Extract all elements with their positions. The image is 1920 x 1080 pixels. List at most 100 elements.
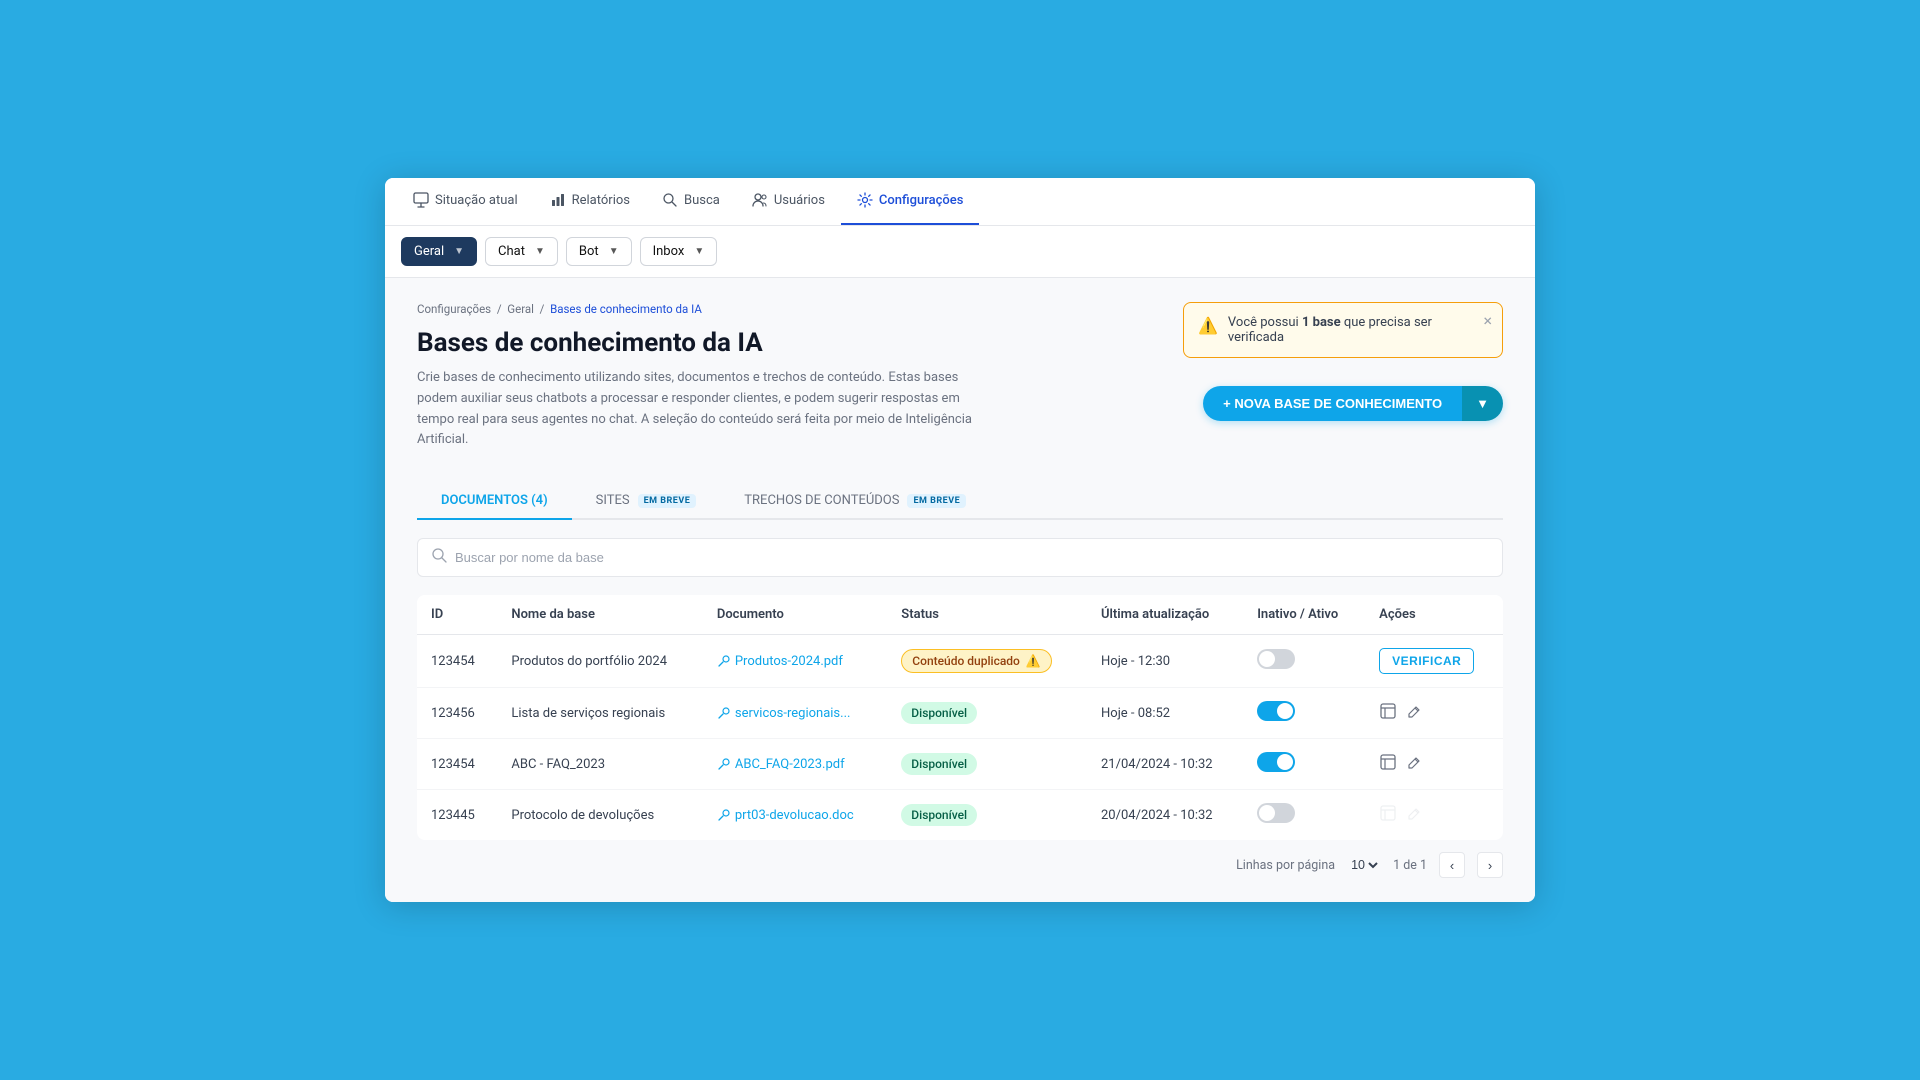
table-icon[interactable]: [1379, 753, 1397, 775]
col-header-id: ID: [417, 595, 497, 635]
cell-doc: prt03-devolucao.doc: [703, 790, 887, 841]
cell-actions: VERIFICAR: [1365, 635, 1503, 688]
cell-updated: Hoje - 12:30: [1087, 635, 1243, 688]
cell-actions: [1365, 739, 1503, 790]
next-page-button[interactable]: ›: [1477, 852, 1503, 878]
status-badge: Disponível: [901, 753, 977, 775]
nav-label-configuracoes: Configurações: [879, 193, 964, 208]
cell-updated: Hoje - 08:52: [1087, 688, 1243, 739]
nav-label-relatorios: Relatórios: [572, 193, 630, 208]
toolbar: Geral ▼ Chat ▼ Bot ▼ Inbox ▼: [385, 226, 1535, 278]
col-header-status: Status: [887, 595, 1087, 635]
cell-status: Conteúdo duplicado ⚠️: [887, 635, 1087, 688]
edit-icon: [1407, 806, 1422, 825]
tabs: DOCUMENTOS (4) SITES EM BREVE TRECHOS DE…: [417, 483, 1503, 520]
pagination-row: Linhas por página 10 25 50 1 de 1 ‹ ›: [417, 852, 1503, 878]
cell-toggle: [1243, 635, 1365, 688]
col-header-toggle: Inativo / Ativo: [1243, 595, 1365, 635]
cell-id: 123445: [417, 790, 497, 841]
bot-dropdown[interactable]: Bot ▼: [566, 237, 632, 266]
bar-chart-icon: [550, 192, 566, 208]
sites-em-breve-badge: EM BREVE: [638, 494, 697, 508]
chevron-down-icon: ▼: [1476, 396, 1489, 411]
tab-trechos[interactable]: TRECHOS DE CONTEÚDOS EM BREVE: [720, 483, 990, 520]
nav-item-configuracoes[interactable]: Configurações: [841, 178, 980, 225]
verify-button[interactable]: VERIFICAR: [1379, 648, 1474, 674]
breadcrumb-geral[interactable]: Geral: [507, 302, 534, 316]
chat-label: Chat: [498, 244, 525, 259]
doc-link[interactable]: ABC_FAQ-2023.pdf: [717, 757, 873, 772]
lines-per-page-label: Linhas por página: [1236, 858, 1335, 873]
cell-doc: Produtos-2024.pdf: [703, 635, 887, 688]
nav-item-situacao-atual[interactable]: Situação atual: [397, 178, 534, 225]
col-header-updated: Última atualização: [1087, 595, 1243, 635]
cell-id: 123456: [417, 688, 497, 739]
nav-item-relatorios[interactable]: Relatórios: [534, 178, 646, 225]
cell-status: Disponível: [887, 739, 1087, 790]
nav-label-situacao-atual: Situação atual: [435, 193, 518, 208]
new-base-main-button[interactable]: + NOVA BASE DE CONHECIMENTO: [1203, 386, 1462, 421]
trechos-em-breve-badge: EM BREVE: [907, 494, 966, 508]
tab-sites[interactable]: SITES EM BREVE: [572, 483, 721, 520]
cell-actions: [1365, 790, 1503, 841]
cell-toggle: [1243, 739, 1365, 790]
status-badge: Disponível: [901, 804, 977, 826]
tab-trechos-label: TRECHOS DE CONTEÚDOS: [744, 493, 899, 508]
header-right: ⚠️ Você possui 1 base que precisa ser ve…: [1183, 302, 1503, 421]
cell-id: 123454: [417, 739, 497, 790]
edit-icon[interactable]: [1407, 704, 1422, 723]
search-icon: [662, 192, 678, 208]
status-badge: Conteúdo duplicado ⚠️: [901, 649, 1051, 673]
cell-doc: ABC_FAQ-2023.pdf: [703, 739, 887, 790]
breadcrumb-current: Bases de conhecimento da IA: [550, 302, 702, 316]
toggle-switch[interactable]: [1257, 649, 1295, 669]
toggle-switch[interactable]: [1257, 803, 1295, 823]
edit-icon[interactable]: [1407, 755, 1422, 774]
cell-name: Protocolo de devoluções: [497, 790, 702, 841]
prev-page-button[interactable]: ‹: [1439, 852, 1465, 878]
inbox-dropdown[interactable]: Inbox ▼: [640, 237, 718, 266]
inbox-chevron-down-icon: ▼: [694, 246, 704, 257]
col-header-name: Nome da base: [497, 595, 702, 635]
alert-banner: ⚠️ Você possui 1 base que precisa ser ve…: [1183, 302, 1503, 358]
nav-item-usuarios[interactable]: Usuários: [736, 178, 841, 225]
chat-chevron-down-icon: ▼: [535, 246, 545, 257]
geral-dropdown[interactable]: Geral ▼: [401, 237, 477, 266]
chat-dropdown[interactable]: Chat ▼: [485, 237, 558, 266]
users-icon: [752, 192, 768, 208]
toggle-switch[interactable]: [1257, 752, 1295, 772]
cell-actions: [1365, 688, 1503, 739]
search-bar-icon: [432, 548, 447, 567]
per-page-dropdown[interactable]: 10 25 50: [1347, 857, 1381, 873]
warning-icon: ⚠️: [1198, 316, 1218, 335]
search-input[interactable]: [455, 550, 1488, 565]
toggle-switch[interactable]: [1257, 701, 1295, 721]
current-page-label: 1 de 1: [1393, 858, 1427, 873]
new-base-dropdown-button[interactable]: ▼: [1462, 386, 1503, 421]
doc-link[interactable]: Produtos-2024.pdf: [717, 654, 873, 669]
cell-name: Lista de serviços regionais: [497, 688, 702, 739]
new-base-button-group: + NOVA BASE DE CONHECIMENTO ▼: [1203, 386, 1503, 421]
monitor-icon: [413, 192, 429, 208]
col-header-actions: Ações: [1365, 595, 1503, 635]
page-title: Bases de conhecimento da IA: [417, 328, 1183, 358]
alert-bold: 1 base: [1302, 315, 1341, 330]
table-icon: [1379, 804, 1397, 826]
close-alert-button[interactable]: ×: [1483, 311, 1492, 330]
breadcrumb-configuracoes[interactable]: Configurações: [417, 302, 491, 316]
gear-icon: [857, 192, 873, 208]
table-icon[interactable]: [1379, 702, 1397, 724]
cell-updated: 21/04/2024 - 10:32: [1087, 739, 1243, 790]
breadcrumb: Configurações / Geral / Bases de conheci…: [417, 302, 1183, 316]
doc-link[interactable]: prt03-devolucao.doc: [717, 808, 873, 823]
col-header-doc: Documento: [703, 595, 887, 635]
main-content: Configurações / Geral / Bases de conheci…: [385, 278, 1535, 902]
doc-link[interactable]: servicos-regionais...: [717, 706, 873, 721]
nav-item-busca[interactable]: Busca: [646, 178, 736, 225]
cell-name: ABC - FAQ_2023: [497, 739, 702, 790]
bot-chevron-down-icon: ▼: [609, 246, 619, 257]
header-row: Configurações / Geral / Bases de conheci…: [417, 302, 1503, 475]
per-page-select[interactable]: 10 25 50: [1347, 857, 1381, 873]
tab-documentos[interactable]: DOCUMENTOS (4): [417, 483, 572, 520]
nav-label-busca: Busca: [684, 193, 720, 208]
